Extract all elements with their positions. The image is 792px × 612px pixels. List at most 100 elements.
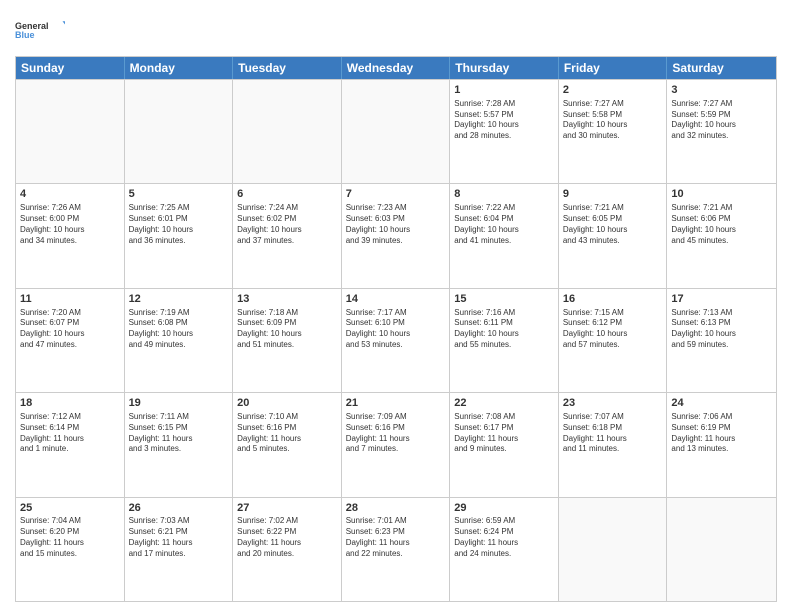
calendar-cell: 5Sunrise: 7:25 AM Sunset: 6:01 PM Daylig… [125,184,234,287]
day-number: 25 [20,501,120,516]
day-info: Sunrise: 7:23 AM Sunset: 6:03 PM Dayligh… [346,203,446,246]
day-number: 8 [454,187,554,202]
calendar-cell: 27Sunrise: 7:02 AM Sunset: 6:22 PM Dayli… [233,498,342,601]
calendar-cell: 22Sunrise: 7:08 AM Sunset: 6:17 PM Dayli… [450,393,559,496]
day-info: Sunrise: 6:59 AM Sunset: 6:24 PM Dayligh… [454,516,554,559]
day-info: Sunrise: 7:01 AM Sunset: 6:23 PM Dayligh… [346,516,446,559]
day-info: Sunrise: 7:02 AM Sunset: 6:22 PM Dayligh… [237,516,337,559]
calendar-cell: 17Sunrise: 7:13 AM Sunset: 6:13 PM Dayli… [667,289,776,392]
calendar-day-header: Monday [125,57,234,79]
calendar-day-header: Friday [559,57,668,79]
calendar-day-header: Tuesday [233,57,342,79]
calendar-cell: 9Sunrise: 7:21 AM Sunset: 6:05 PM Daylig… [559,184,668,287]
day-info: Sunrise: 7:03 AM Sunset: 6:21 PM Dayligh… [129,516,229,559]
day-info: Sunrise: 7:13 AM Sunset: 6:13 PM Dayligh… [671,308,772,351]
calendar-cell: 28Sunrise: 7:01 AM Sunset: 6:23 PM Dayli… [342,498,451,601]
day-info: Sunrise: 7:20 AM Sunset: 6:07 PM Dayligh… [20,308,120,351]
calendar-cell [233,80,342,183]
calendar-cell: 26Sunrise: 7:03 AM Sunset: 6:21 PM Dayli… [125,498,234,601]
day-info: Sunrise: 7:18 AM Sunset: 6:09 PM Dayligh… [237,308,337,351]
calendar-day-header: Sunday [16,57,125,79]
calendar-cell: 23Sunrise: 7:07 AM Sunset: 6:18 PM Dayli… [559,393,668,496]
day-info: Sunrise: 7:27 AM Sunset: 5:58 PM Dayligh… [563,99,663,142]
calendar-cell: 25Sunrise: 7:04 AM Sunset: 6:20 PM Dayli… [16,498,125,601]
calendar-cell: 21Sunrise: 7:09 AM Sunset: 6:16 PM Dayli… [342,393,451,496]
calendar-cell [16,80,125,183]
day-info: Sunrise: 7:09 AM Sunset: 6:16 PM Dayligh… [346,412,446,455]
day-number: 11 [20,292,120,307]
day-info: Sunrise: 7:12 AM Sunset: 6:14 PM Dayligh… [20,412,120,455]
day-info: Sunrise: 7:27 AM Sunset: 5:59 PM Dayligh… [671,99,772,142]
calendar-cell [667,498,776,601]
day-number: 24 [671,396,772,411]
day-number: 13 [237,292,337,307]
calendar-day-header: Saturday [667,57,776,79]
day-number: 17 [671,292,772,307]
calendar-cell: 15Sunrise: 7:16 AM Sunset: 6:11 PM Dayli… [450,289,559,392]
calendar-week-row: 1Sunrise: 7:28 AM Sunset: 5:57 PM Daylig… [16,79,776,183]
calendar-day-header: Thursday [450,57,559,79]
calendar-cell [125,80,234,183]
calendar-cell: 1Sunrise: 7:28 AM Sunset: 5:57 PM Daylig… [450,80,559,183]
day-info: Sunrise: 7:25 AM Sunset: 6:01 PM Dayligh… [129,203,229,246]
day-number: 5 [129,187,229,202]
calendar-cell: 29Sunrise: 6:59 AM Sunset: 6:24 PM Dayli… [450,498,559,601]
calendar-day-header: Wednesday [342,57,451,79]
day-number: 26 [129,501,229,516]
day-number: 9 [563,187,663,202]
calendar-cell: 14Sunrise: 7:17 AM Sunset: 6:10 PM Dayli… [342,289,451,392]
day-info: Sunrise: 7:06 AM Sunset: 6:19 PM Dayligh… [671,412,772,455]
calendar-cell: 4Sunrise: 7:26 AM Sunset: 6:00 PM Daylig… [16,184,125,287]
svg-text:General: General [15,21,49,31]
day-number: 7 [346,187,446,202]
day-number: 23 [563,396,663,411]
calendar-header: SundayMondayTuesdayWednesdayThursdayFrid… [16,57,776,79]
day-info: Sunrise: 7:08 AM Sunset: 6:17 PM Dayligh… [454,412,554,455]
day-number: 3 [671,83,772,98]
calendar-cell: 2Sunrise: 7:27 AM Sunset: 5:58 PM Daylig… [559,80,668,183]
calendar-week-row: 4Sunrise: 7:26 AM Sunset: 6:00 PM Daylig… [16,183,776,287]
day-info: Sunrise: 7:22 AM Sunset: 6:04 PM Dayligh… [454,203,554,246]
calendar-body: 1Sunrise: 7:28 AM Sunset: 5:57 PM Daylig… [16,79,776,601]
calendar-cell: 8Sunrise: 7:22 AM Sunset: 6:04 PM Daylig… [450,184,559,287]
day-number: 4 [20,187,120,202]
calendar-cell: 18Sunrise: 7:12 AM Sunset: 6:14 PM Dayli… [16,393,125,496]
svg-text:Blue: Blue [15,30,35,40]
day-number: 12 [129,292,229,307]
calendar-cell: 12Sunrise: 7:19 AM Sunset: 6:08 PM Dayli… [125,289,234,392]
day-number: 27 [237,501,337,516]
calendar-cell [342,80,451,183]
day-number: 21 [346,396,446,411]
day-number: 22 [454,396,554,411]
day-info: Sunrise: 7:21 AM Sunset: 6:05 PM Dayligh… [563,203,663,246]
day-number: 18 [20,396,120,411]
calendar-week-row: 18Sunrise: 7:12 AM Sunset: 6:14 PM Dayli… [16,392,776,496]
day-number: 20 [237,396,337,411]
day-info: Sunrise: 7:28 AM Sunset: 5:57 PM Dayligh… [454,99,554,142]
day-number: 28 [346,501,446,516]
calendar-week-row: 25Sunrise: 7:04 AM Sunset: 6:20 PM Dayli… [16,497,776,601]
calendar-cell: 20Sunrise: 7:10 AM Sunset: 6:16 PM Dayli… [233,393,342,496]
calendar-cell [559,498,668,601]
day-info: Sunrise: 7:10 AM Sunset: 6:16 PM Dayligh… [237,412,337,455]
calendar-cell: 13Sunrise: 7:18 AM Sunset: 6:09 PM Dayli… [233,289,342,392]
day-number: 29 [454,501,554,516]
calendar-cell: 11Sunrise: 7:20 AM Sunset: 6:07 PM Dayli… [16,289,125,392]
day-number: 16 [563,292,663,307]
day-number: 14 [346,292,446,307]
logo: General Blue [15,10,65,50]
day-info: Sunrise: 7:19 AM Sunset: 6:08 PM Dayligh… [129,308,229,351]
logo-svg: General Blue [15,10,65,50]
calendar-cell: 7Sunrise: 7:23 AM Sunset: 6:03 PM Daylig… [342,184,451,287]
calendar-week-row: 11Sunrise: 7:20 AM Sunset: 6:07 PM Dayli… [16,288,776,392]
calendar-cell: 10Sunrise: 7:21 AM Sunset: 6:06 PM Dayli… [667,184,776,287]
day-number: 1 [454,83,554,98]
day-number: 19 [129,396,229,411]
day-info: Sunrise: 7:16 AM Sunset: 6:11 PM Dayligh… [454,308,554,351]
day-info: Sunrise: 7:21 AM Sunset: 6:06 PM Dayligh… [671,203,772,246]
day-number: 6 [237,187,337,202]
day-info: Sunrise: 7:04 AM Sunset: 6:20 PM Dayligh… [20,516,120,559]
day-info: Sunrise: 7:17 AM Sunset: 6:10 PM Dayligh… [346,308,446,351]
calendar-cell: 6Sunrise: 7:24 AM Sunset: 6:02 PM Daylig… [233,184,342,287]
calendar-cell: 16Sunrise: 7:15 AM Sunset: 6:12 PM Dayli… [559,289,668,392]
